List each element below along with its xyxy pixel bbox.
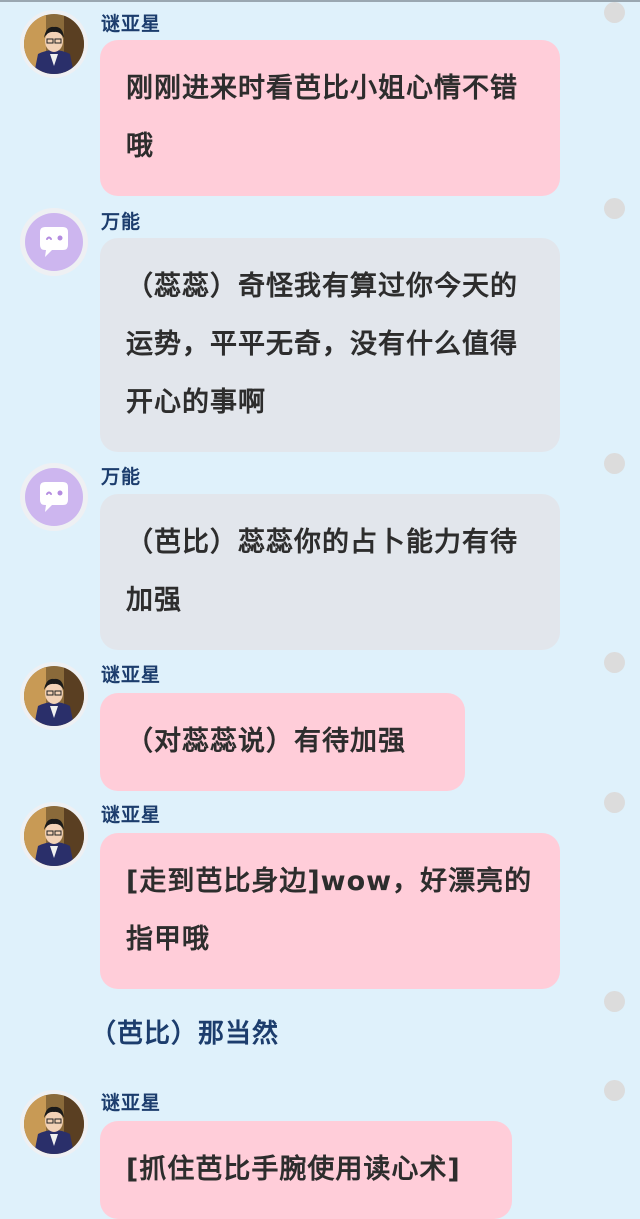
message-bubble[interactable]: 刚刚进来时看芭比小姐心情不错哦: [100, 40, 560, 196]
sender-name: 谜亚星: [101, 804, 162, 826]
user-avatar[interactable]: [20, 802, 88, 870]
message-bubble[interactable]: （蕊蕊）奇怪我有算过你今天的运势，平平无奇，没有什么值得开心的事啊: [100, 238, 560, 452]
dot-icon[interactable]: [604, 991, 625, 1012]
chat-bubble-face-icon: [40, 227, 68, 257]
message-bubble[interactable]: [抓住芭比手腕使用读心术]: [100, 1121, 512, 1219]
message-bubble[interactable]: [走到芭比身边]wow，好漂亮的指甲哦: [100, 833, 560, 989]
top-divider: [0, 0, 640, 2]
person-photo-avatar: [24, 666, 84, 726]
sender-name: 谜亚星: [101, 1092, 162, 1114]
sender-name: 万能: [101, 211, 142, 233]
bot-avatar[interactable]: [20, 463, 88, 531]
sender-name: 谜亚星: [101, 664, 162, 686]
dot-icon[interactable]: [604, 792, 625, 813]
person-photo-avatar: [24, 14, 84, 74]
chat-bubble-face-icon: [40, 482, 68, 512]
message-bubble[interactable]: （对蕊蕊说）有待加强: [100, 693, 465, 791]
dot-icon[interactable]: [604, 2, 625, 23]
person-photo-avatar: [24, 806, 84, 866]
user-avatar[interactable]: [20, 1090, 88, 1158]
user-avatar[interactable]: [20, 662, 88, 730]
bot-avatar[interactable]: [20, 208, 88, 276]
chat-screen: 谜亚星 刚刚进来时看芭比小姐心情不错哦 万能 （蕊蕊）奇怪我有算过你今天的运势，…: [0, 0, 640, 1219]
user-avatar[interactable]: [20, 10, 88, 78]
dot-icon[interactable]: [604, 652, 625, 673]
sender-name: 谜亚星: [101, 13, 162, 35]
dot-icon[interactable]: [604, 453, 625, 474]
person-photo-avatar: [24, 1094, 84, 1154]
narration-text: （芭比）那当然: [90, 1019, 280, 1049]
dot-icon[interactable]: [604, 198, 625, 219]
dot-icon[interactable]: [604, 1080, 625, 1101]
sender-name: 万能: [101, 466, 142, 488]
message-bubble[interactable]: （芭比）蕊蕊你的占卜能力有待加强: [100, 494, 560, 650]
